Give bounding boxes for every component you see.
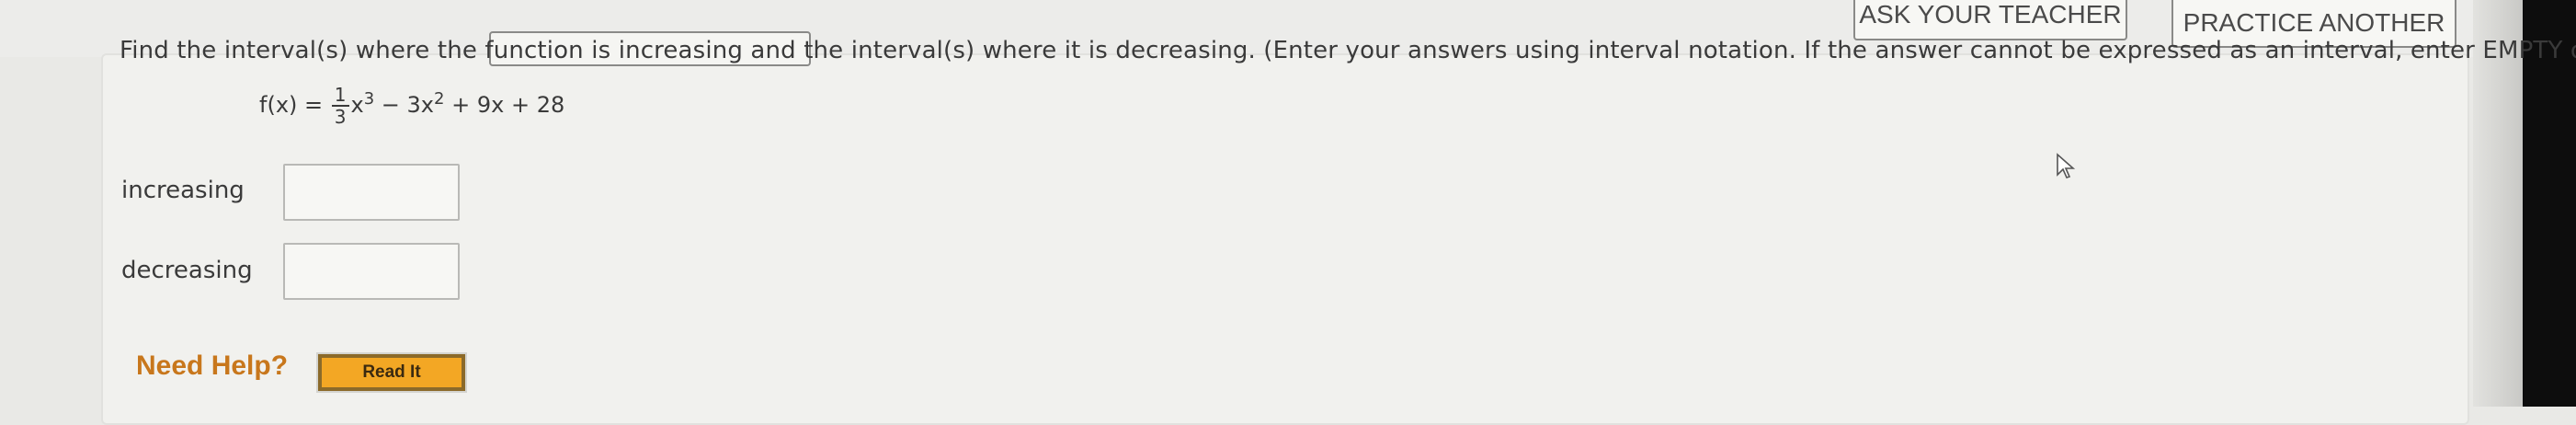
term2: − 3x [381, 92, 435, 118]
term2-exponent: 2 [434, 89, 445, 109]
term1-variable: x [350, 92, 364, 118]
fraction-denominator: 3 [334, 106, 347, 128]
decreasing-input[interactable] [283, 243, 460, 300]
read-it-button[interactable]: Read It [316, 352, 467, 393]
term3: + 9x + 28 [451, 92, 565, 118]
function-lhs: f(x) = [259, 92, 324, 118]
decreasing-label: decreasing [121, 257, 253, 284]
question-prompt: Find the interval(s) where the function … [120, 37, 2576, 64]
function-expression: f(x) = 1 3 x3 − 3x2 + 9x + 28 [259, 85, 564, 127]
fraction-numerator: 1 [331, 85, 349, 107]
need-help-label: Need Help? [136, 350, 289, 381]
ask-your-teacher-button[interactable]: ASK YOUR TEACHER [1853, 0, 2127, 40]
increasing-input[interactable] [283, 164, 460, 221]
mouse-pointer-icon [2057, 153, 2076, 178]
term1-exponent: 3 [363, 89, 375, 109]
increasing-label: increasing [121, 177, 245, 204]
fraction: 1 3 [331, 85, 349, 128]
